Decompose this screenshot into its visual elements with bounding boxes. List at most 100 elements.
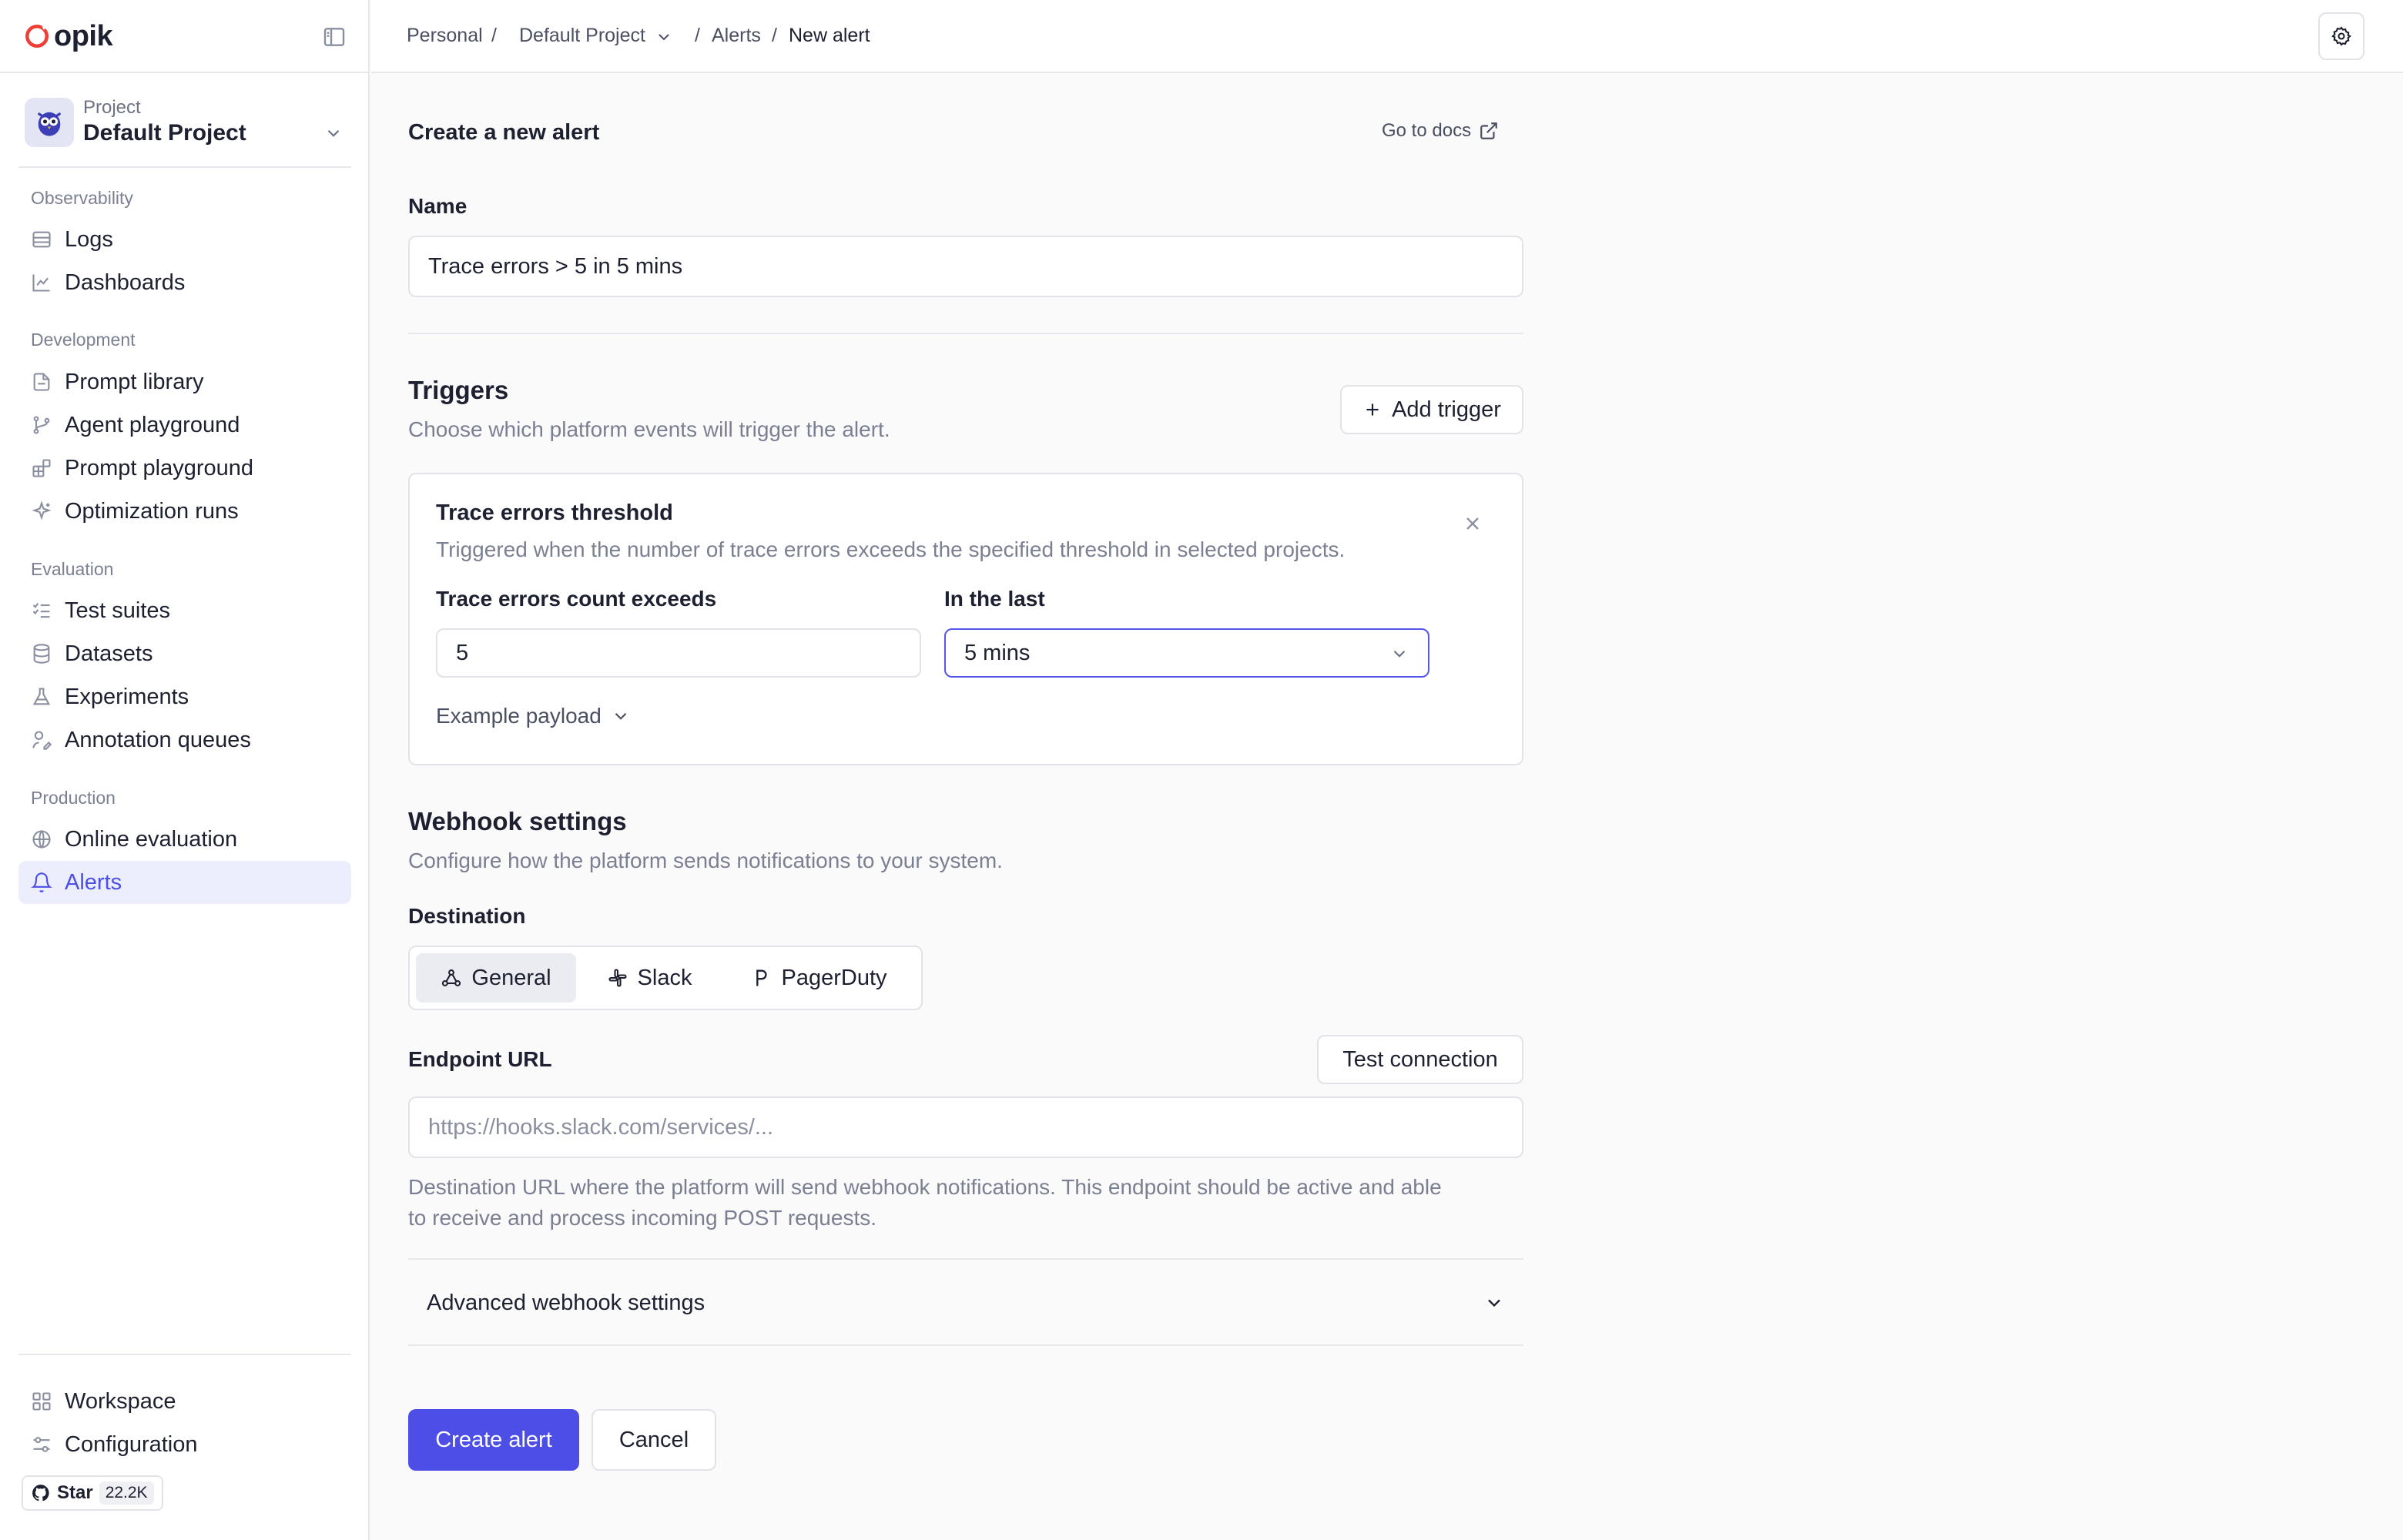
sidebar-item-label: Annotation queues [65, 727, 251, 752]
opik-logo-icon [23, 22, 51, 50]
breadcrumb-personal[interactable]: Personal [407, 25, 483, 47]
sidebar-item-alerts[interactable]: Alerts [18, 861, 351, 904]
add-trigger-label: Add trigger [1392, 397, 1501, 422]
logo-row: opik [23, 18, 347, 54]
github-star-button[interactable]: Star 22.2K [22, 1475, 163, 1511]
file-text-icon [31, 371, 52, 393]
breadcrumb-separator: / [695, 25, 700, 46]
sidebar-item-label: Dashboards [65, 270, 186, 295]
destination-pagerduty[interactable]: PagerDuty [722, 953, 915, 1003]
breadcrumb-current: New alert [789, 25, 870, 46]
destination-label: Destination [408, 904, 526, 928]
sidebar-item-label: Test suites [65, 598, 170, 623]
project-selector[interactable]: Project Default Project [23, 92, 351, 156]
sidebar-item-label: Datasets [65, 641, 153, 666]
endpoint-url-help-line: to receive and process incoming POST req… [408, 1206, 877, 1230]
project-caption: Project [83, 97, 141, 118]
sidebar-item-annotation-queues[interactable]: Annotation queues [18, 718, 351, 762]
destination-toggle-group: General Slack PagerDuty [408, 946, 923, 1010]
breadcrumb-alerts[interactable]: Alerts [712, 25, 761, 47]
grid-icon [31, 1391, 52, 1412]
go-to-docs-link[interactable]: Go to docs [1382, 120, 1499, 142]
sidebar-item-label: Agent playground [65, 412, 240, 437]
bell-icon [31, 872, 52, 893]
logo-text: opik [54, 19, 113, 52]
sidebar-item-datasets[interactable]: Datasets [18, 632, 351, 675]
nav-section-evaluation: Evaluation [31, 559, 114, 579]
sidebar-item-label: Experiments [65, 684, 189, 709]
project-avatar [25, 98, 74, 147]
divider [0, 72, 368, 73]
github-star-label: Star [57, 1482, 93, 1503]
webhook-settings-description: Configure how the platform sends notific… [408, 849, 1003, 872]
example-payload-toggle[interactable]: Example payload [436, 704, 631, 728]
github-icon [31, 1483, 51, 1503]
cancel-button[interactable]: Cancel [592, 1409, 716, 1471]
advanced-webhook-settings-label: Advanced webhook settings [427, 1291, 705, 1315]
triggers-title: Triggers [408, 376, 509, 404]
sidebar-item-dashboards[interactable]: Dashboards [18, 261, 351, 304]
add-trigger-button[interactable]: Add trigger [1340, 385, 1523, 434]
close-icon[interactable] [1462, 513, 1483, 534]
trigger-title: Trace errors threshold [436, 500, 673, 525]
destination-general-label: General [471, 965, 551, 990]
sidebar-item-prompt-playground[interactable]: Prompt playground [18, 447, 351, 490]
project-name: Default Project [83, 120, 246, 146]
docs-link-label: Go to docs [1382, 120, 1472, 141]
sidebar-item-label: Online evaluation [65, 826, 238, 852]
sidebar-item-prompt-library[interactable]: Prompt library [18, 360, 351, 403]
divider [18, 1354, 351, 1355]
nav-section-observability: Observability [31, 188, 133, 208]
sidebar-item-label: Logs [65, 226, 113, 252]
destination-slack[interactable]: Slack [584, 953, 715, 1003]
slack-icon [607, 967, 628, 989]
sidebar-item-configuration[interactable]: Configuration [18, 1423, 351, 1466]
sidebar-collapse-icon[interactable] [322, 25, 347, 49]
alert-name-input[interactable] [408, 236, 1523, 297]
plus-icon [1362, 400, 1382, 420]
chevron-down-icon [323, 123, 344, 143]
sidebar-item-label: Configuration [65, 1431, 198, 1457]
pagerduty-icon [750, 967, 772, 989]
top-bar: Personal / Default Project / Alerts / Ne… [371, 0, 2403, 73]
sidebar-item-label: Prompt library [65, 369, 204, 394]
opik-logo[interactable]: opik [23, 18, 113, 54]
endpoint-url-input[interactable] [408, 1096, 1523, 1158]
database-icon [31, 643, 52, 665]
list-checks-icon [31, 600, 52, 621]
breadcrumb-project[interactable]: Default Project [519, 25, 645, 47]
git-branch-icon [31, 414, 52, 436]
chevron-down-icon [1389, 644, 1409, 664]
destination-general[interactable]: General [416, 953, 576, 1003]
advanced-webhook-settings-toggle[interactable]: Advanced webhook settings [408, 1258, 1523, 1346]
trace-errors-count-label: Trace errors count exceeds [436, 587, 717, 611]
create-alert-button[interactable]: Create alert [408, 1409, 579, 1471]
sidebar-item-online-evaluation[interactable]: Online evaluation [18, 818, 351, 861]
sparkles-icon [31, 500, 52, 522]
external-link-icon [1479, 121, 1499, 141]
sidebar-item-test-suites[interactable]: Test suites [18, 589, 351, 632]
sidebar-item-agent-playground[interactable]: Agent playground [18, 403, 351, 447]
name-label: Name [408, 194, 468, 218]
line-chart-icon [31, 272, 52, 293]
nav-section-development: Development [31, 330, 136, 350]
trigger-description: Triggered when the number of trace error… [436, 537, 1346, 561]
sidebar-item-label: Workspace [65, 1388, 176, 1414]
trace-errors-count-input[interactable] [436, 628, 921, 678]
sidebar-item-optimization-runs[interactable]: Optimization runs [18, 490, 351, 533]
sidebar-item-logs[interactable]: Logs [18, 218, 351, 261]
divider [18, 166, 351, 168]
sliders-icon [31, 1434, 52, 1455]
breadcrumb-separator: / [491, 25, 497, 46]
sidebar-item-experiments[interactable]: Experiments [18, 675, 351, 718]
test-connection-button[interactable]: Test connection [1317, 1035, 1523, 1084]
endpoint-url-help: Destination URL where the platform will … [408, 1172, 1533, 1234]
time-window-select[interactable]: 5 mins [944, 628, 1429, 678]
triggers-description: Choose which platform events will trigge… [408, 417, 890, 441]
destination-pagerduty-label: PagerDuty [781, 965, 887, 990]
github-star-count: 22.2K [99, 1481, 154, 1505]
settings-button[interactable] [2318, 12, 2364, 60]
sidebar-item-workspace[interactable]: Workspace [18, 1380, 351, 1423]
nav-section-production: Production [31, 788, 116, 808]
chevron-down-icon[interactable] [655, 28, 673, 46]
